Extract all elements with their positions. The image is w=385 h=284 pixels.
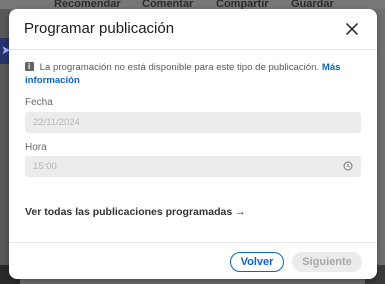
- close-icon[interactable]: [344, 21, 360, 37]
- time-label: Hora: [25, 142, 47, 153]
- schedule-post-dialog: Programar publicación La programación no…: [9, 9, 377, 279]
- date-label: Fecha: [25, 97, 53, 108]
- unavailable-notice: La programación no está disponible para …: [25, 60, 365, 87]
- dialog-footer: Volver Siguiente: [9, 242, 377, 279]
- date-field[interactable]: 22/11/2024: [25, 112, 361, 133]
- next-button[interactable]: Siguiente: [292, 252, 362, 272]
- background-right-strip: [377, 9, 385, 284]
- time-field[interactable]: 15:00: [25, 156, 361, 177]
- dialog-header: Programar publicación: [9, 9, 377, 50]
- dialog-title: Programar publicación: [24, 20, 175, 37]
- background-action-bar: Recomendar Comentar Compartir Guardar: [0, 0, 385, 10]
- info-icon: [25, 60, 34, 73]
- back-button[interactable]: Volver: [230, 252, 284, 272]
- time-value: 15:00: [33, 161, 57, 172]
- view-scheduled-posts-link[interactable]: Ver todas las publicaciones programadas …: [25, 206, 246, 218]
- date-value: 22/11/2024: [33, 117, 80, 128]
- clock-icon: [343, 161, 353, 171]
- notice-text: La programación no está disponible para …: [39, 62, 320, 73]
